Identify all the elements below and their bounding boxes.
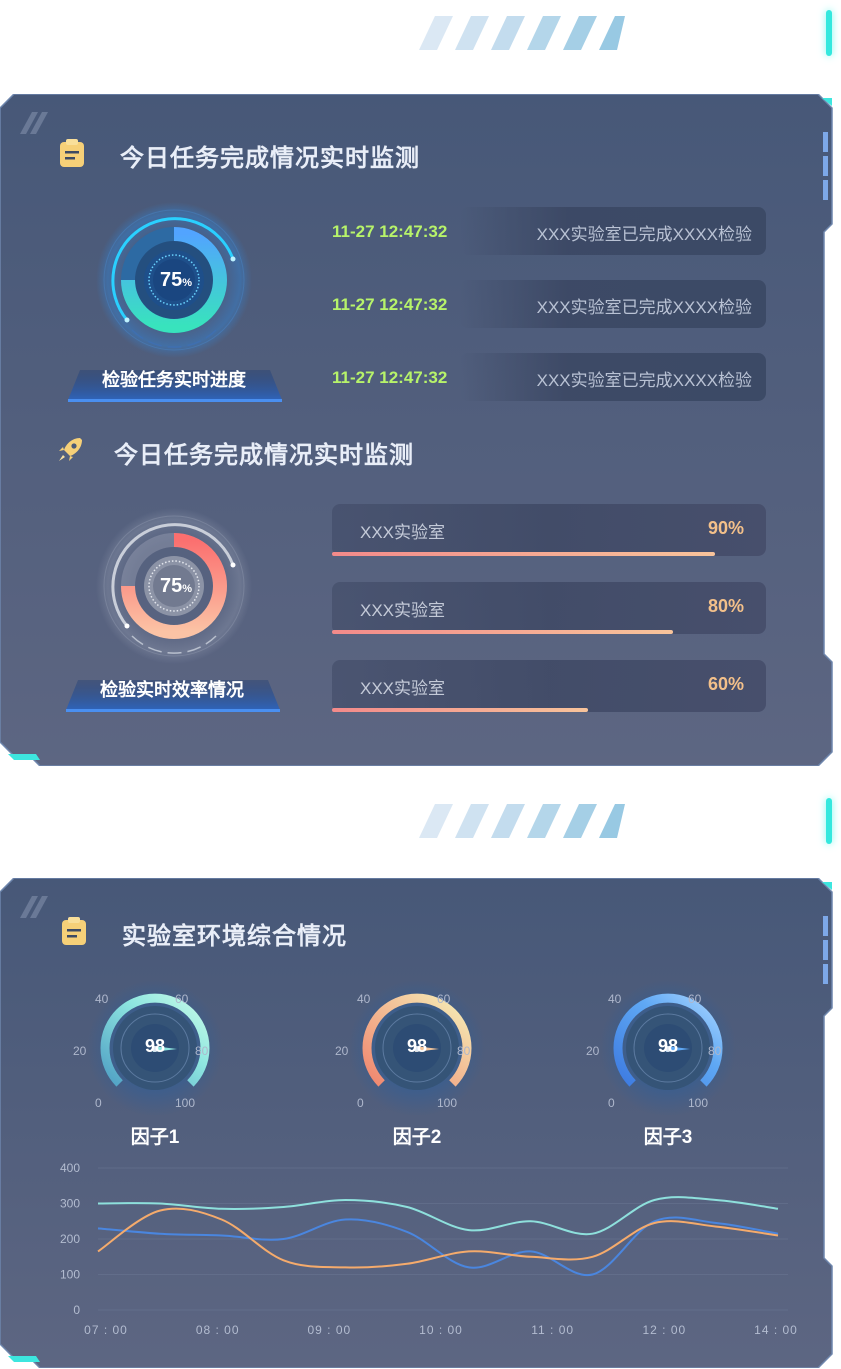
gauge-tick-label: 100 (437, 1096, 458, 1110)
gauge-tick-label: 100 (688, 1096, 709, 1110)
event-text: XXX实验室已完成XXXX检验 (536, 225, 752, 244)
decorative-stripes (419, 804, 625, 838)
factor-name: 因子1 (130, 1127, 180, 1148)
series-line (97, 1216, 779, 1277)
factor-value: 98 (144, 1036, 166, 1056)
event-time: 11-27 12:47:32 (332, 222, 448, 241)
event-text: XXX实验室已完成XXXX检验 (536, 371, 752, 390)
clipboard-icon (62, 917, 86, 945)
lab-row: XXX实验室 60% (332, 660, 766, 712)
x-tick-label: 14 : 00 (754, 1323, 798, 1337)
lab-name: XXX实验室 (360, 601, 446, 620)
gauge-label: 检验实时效率情况 (100, 680, 244, 700)
gauge-tick-label: 40 (95, 992, 109, 1006)
factor-value: 98 (406, 1036, 428, 1056)
gauge-tick-label: 80 (708, 1044, 722, 1058)
y-tick-label: 0 (73, 1303, 80, 1317)
series-line (97, 1196, 779, 1236)
accent-bar (826, 798, 832, 844)
gauge-tick-label: 60 (688, 992, 702, 1006)
x-tick-label: 07 : 00 (84, 1323, 128, 1337)
y-tick-label: 200 (60, 1232, 80, 1246)
gauge-tick-label: 0 (608, 1096, 615, 1110)
lab-progress-bar (332, 552, 758, 556)
gauge-label: 检验任务实时进度 (102, 370, 246, 390)
decorative-stripes (419, 16, 625, 50)
lab-percent: 60% (707, 674, 744, 694)
gauge-tick-label: 20 (335, 1044, 349, 1058)
gauge-tick-label: 0 (357, 1096, 364, 1110)
section-title: 今日任务完成情况实时监测 (114, 442, 414, 469)
event-row: XXX实验室已完成XXXX检验 (460, 280, 766, 328)
y-tick-label: 100 (60, 1268, 80, 1282)
section-title: 今日任务完成情况实时监测 (120, 145, 420, 172)
lab-row: XXX实验室 90% (332, 504, 766, 556)
rocket-icon (59, 438, 82, 461)
x-tick-label: 09 : 00 (307, 1323, 351, 1337)
progress-percent: 75% (159, 269, 193, 291)
panel-title: 实验室环境综合情况 (122, 923, 347, 950)
x-tick-label: 12 : 00 (642, 1323, 686, 1337)
lab-progress-fill (332, 630, 673, 634)
lab-percent: 90% (707, 518, 744, 538)
clipboard-icon (60, 139, 84, 167)
gauge-tick-label: 80 (195, 1044, 209, 1058)
gauge-tick-label: 100 (175, 1096, 196, 1110)
accent-bar (826, 10, 832, 56)
event-row: XXX实验室已完成XXXX检验 (460, 207, 766, 255)
lab-progress-bar (332, 708, 758, 712)
gauge-tick-label: 40 (357, 992, 371, 1006)
y-tick-label: 300 (60, 1197, 80, 1211)
lab-row: XXX实验室 80% (332, 582, 766, 634)
efficiency-percent: 75% (159, 575, 193, 597)
gauge-tick-label: 40 (608, 992, 622, 1006)
lab-progress-bar (332, 630, 758, 634)
event-text: XXX实验室已完成XXXX检验 (536, 298, 752, 317)
factor-value: 98 (657, 1036, 679, 1056)
gauge-tick-label: 60 (437, 992, 451, 1006)
gauge-tick-label: 60 (175, 992, 189, 1006)
environment-line-chart: 0 100 200 300 400 07 : 00 08 : 00 09 : 00 10 : 0… (60, 1161, 798, 1337)
gauge-tick-label: 80 (457, 1044, 471, 1058)
lab-name: XXX实验室 (360, 523, 446, 542)
gauge-tick-label: 0 (95, 1096, 102, 1110)
environment-panel: 实验室环境综合情况 98 0 20 40 60 80 100 因子1 98 0 … (0, 878, 833, 1368)
lab-name: XXX实验室 (360, 679, 446, 698)
x-tick-label: 11 : 00 (531, 1323, 574, 1337)
factor-name: 因子3 (643, 1127, 693, 1148)
factor-name: 因子2 (392, 1127, 442, 1148)
x-tick-label: 10 : 00 (419, 1323, 463, 1337)
lab-progress-fill (332, 552, 715, 556)
event-row: XXX实验室已完成XXXX检验 (460, 353, 766, 401)
lab-percent: 80% (707, 596, 744, 616)
x-tick-label: 08 : 00 (196, 1323, 240, 1337)
gauge-tick-label: 20 (73, 1044, 87, 1058)
gauge-tick-label: 20 (586, 1044, 600, 1058)
lab-progress-fill (332, 708, 588, 712)
y-tick-label: 400 (60, 1161, 80, 1175)
event-time: 11-27 12:47:32 (332, 295, 448, 314)
task-monitor-panel: 今日任务完成情况实时监测 75% 检验任务实时进度 XXX实验室已完成XXXX检… (0, 94, 833, 766)
event-time: 11-27 12:47:32 (332, 368, 448, 387)
